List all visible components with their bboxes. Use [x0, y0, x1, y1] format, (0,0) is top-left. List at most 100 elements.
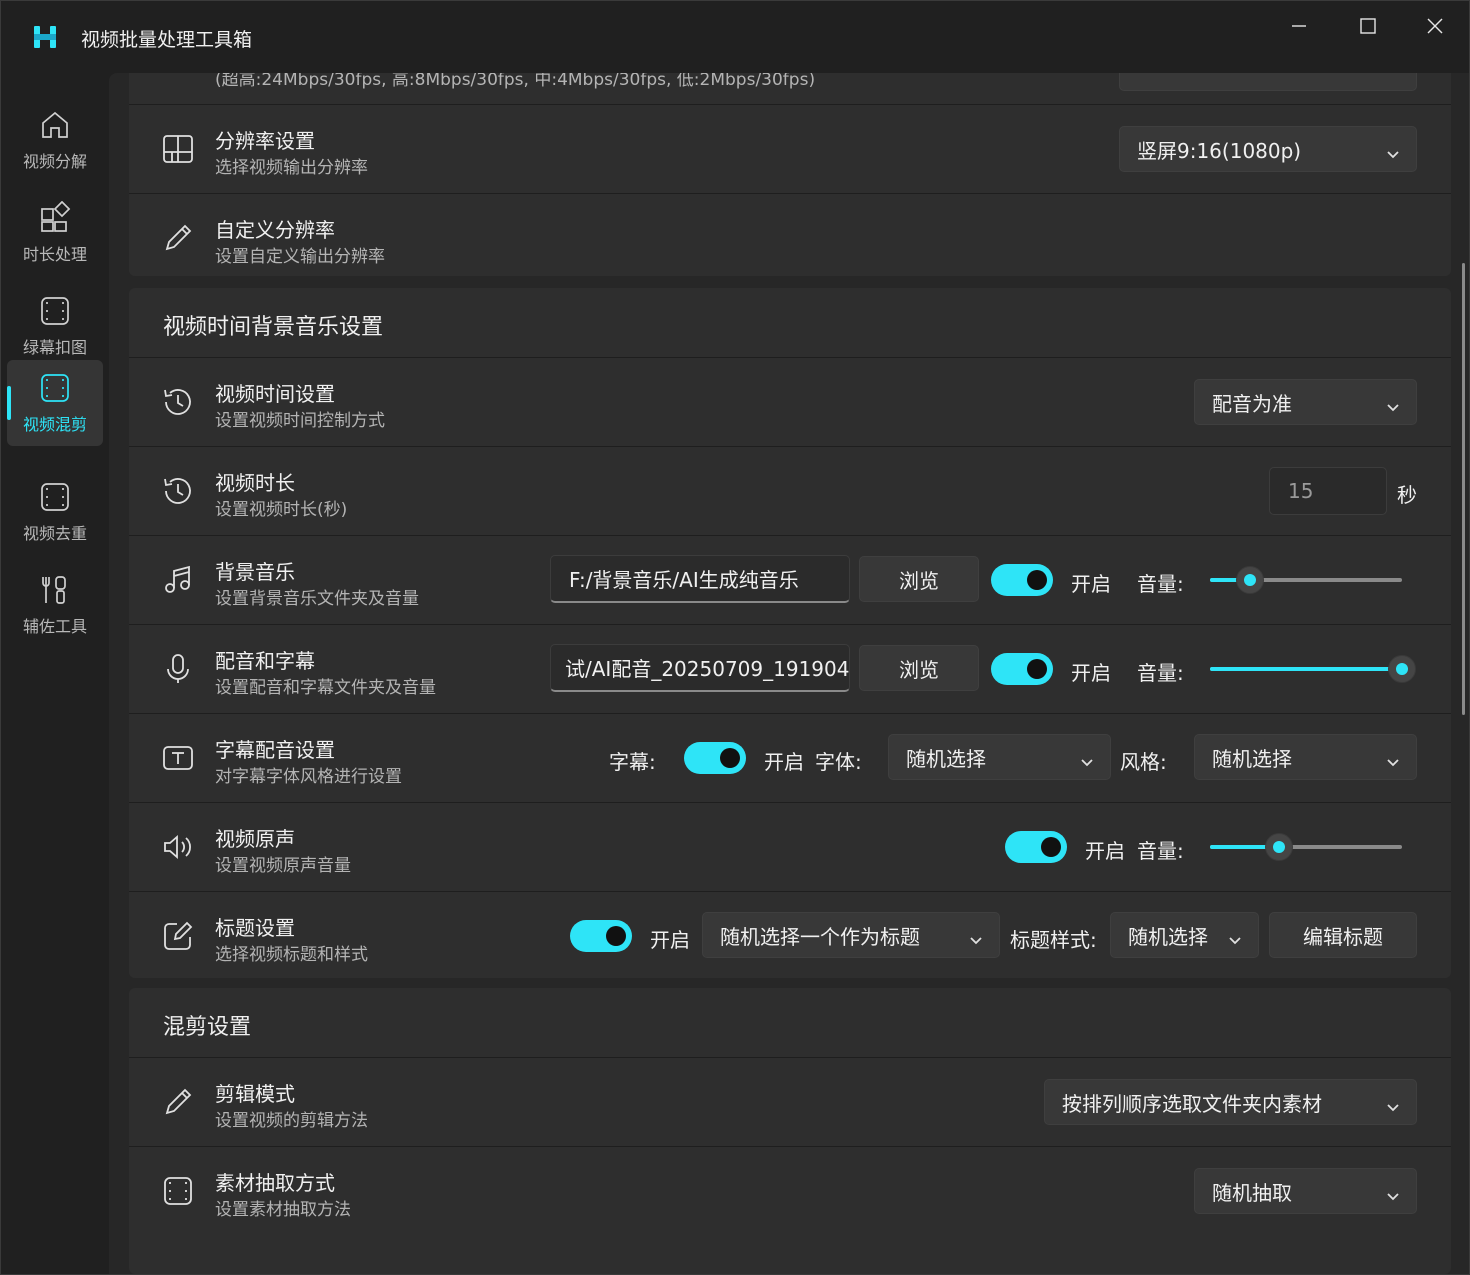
- subtitle-desc: 对字幕字体风格进行设置: [215, 767, 402, 787]
- original-audio-toggle[interactable]: [1005, 831, 1067, 863]
- resolution-value: 竖屏9:16(1080p): [1137, 138, 1302, 163]
- dubbing-volume-slider[interactable]: [1210, 655, 1416, 683]
- video-duration-row: 视频时长 设置视频时长(秒) 15 秒: [129, 446, 1451, 535]
- microphone-icon: [161, 652, 195, 686]
- bgm-toggle[interactable]: [991, 564, 1053, 596]
- title-style-label: 标题样式:: [1010, 928, 1097, 952]
- duration-unit-label: 秒: [1397, 483, 1417, 507]
- subtitle-toggle[interactable]: [684, 742, 746, 774]
- font-label: 字体:: [815, 750, 862, 774]
- maximize-button[interactable]: [1343, 11, 1393, 41]
- custom-resolution-row[interactable]: 自定义分辨率 设置自定义输出分辨率: [129, 193, 1451, 276]
- bgm-browse-button[interactable]: 浏览: [859, 556, 979, 602]
- sidebar-item-label: 绿幕扣图: [22, 338, 87, 357]
- original-audio-row: 视频原声 设置视频原声音量 开启 音量:: [129, 802, 1451, 891]
- edit-square-icon: [161, 919, 195, 953]
- music-note-icon: [161, 563, 195, 597]
- bgm-title: 背景音乐: [215, 560, 295, 584]
- app-title: 视频批量处理工具箱: [81, 29, 253, 51]
- sidebar-item-green-screen[interactable]: 绿幕扣图: [7, 283, 103, 369]
- extract-desc: 设置素材抽取方法: [215, 1200, 351, 1220]
- original-audio-desc: 设置视频原声音量: [215, 856, 351, 876]
- pencil-icon: [161, 1085, 195, 1119]
- slider-thumb[interactable]: [1388, 655, 1416, 683]
- chevron-down-icon: [969, 928, 983, 945]
- dubbing-title: 配音和字幕: [215, 649, 315, 673]
- main-content[interactable]: (超高:24Mbps/30fps, 高:8Mbps/30fps, 中:4Mbps…: [109, 73, 1469, 1274]
- maximize-icon: [1360, 18, 1376, 34]
- bitrate-select[interactable]: [1119, 73, 1417, 91]
- chevron-down-icon: [1386, 142, 1400, 159]
- video-time-title: 视频时间设置: [215, 382, 335, 406]
- edit-mode-title: 剪辑模式: [215, 1082, 295, 1106]
- chevron-down-icon: [1228, 928, 1242, 945]
- app-window: 视频批量处理工具箱 视频分解 时长处理 绿幕扣图 视频混剪 视频去重 辅佐工具 …: [0, 0, 1470, 1275]
- bitrate-desc: (超高:24Mbps/30fps, 高:8Mbps/30fps, 中:4Mbps…: [215, 73, 816, 90]
- sidebar-item-video-split[interactable]: 视频分解: [7, 97, 103, 183]
- sidebar-item-dedup[interactable]: 视频去重: [7, 469, 103, 555]
- title-bar: 视频批量处理工具箱: [1, 1, 1469, 73]
- title-mode-select[interactable]: 随机选择一个作为标题: [702, 912, 1000, 958]
- sidebar-item-label: 视频分解: [22, 152, 87, 171]
- app-logo-icon: [31, 21, 59, 53]
- dubbing-path-input[interactable]: 试/AI配音_20250709_191904: [550, 644, 850, 692]
- slider-thumb[interactable]: [1236, 566, 1264, 594]
- sidebar-item-label: 视频去重: [22, 524, 87, 543]
- resolution-row: 分辨率设置 选择视频输出分辨率 竖屏9:16(1080p): [129, 104, 1451, 193]
- video-time-select[interactable]: 配音为准: [1194, 379, 1417, 425]
- title-setting-desc: 选择视频标题和样式: [215, 945, 368, 965]
- film-frame-icon: [41, 483, 69, 511]
- chevron-down-icon: [1386, 1095, 1400, 1112]
- custom-resolution-title: 自定义分辨率: [215, 218, 335, 242]
- history-icon: [161, 385, 195, 419]
- font-select[interactable]: 随机选择: [888, 734, 1111, 780]
- title-style-select[interactable]: 随机选择: [1110, 912, 1259, 958]
- home-icon: [42, 111, 68, 138]
- font-value: 随机选择: [906, 746, 986, 771]
- bgm-path-input[interactable]: F:/背景音乐/AI生成纯音乐: [550, 555, 850, 603]
- video-duration-input[interactable]: 15: [1269, 467, 1387, 515]
- edit-title-button[interactable]: 编辑标题: [1269, 912, 1417, 958]
- bgm-row: 背景音乐 设置背景音乐文件夹及音量 F:/背景音乐/AI生成纯音乐 浏览 开启 …: [129, 535, 1451, 624]
- sidebar-item-tools[interactable]: 辅佐工具: [7, 562, 103, 648]
- sidebar-item-video-mix[interactable]: 视频混剪: [7, 360, 103, 446]
- slider-thumb[interactable]: [1265, 833, 1293, 861]
- title-toggle[interactable]: [570, 920, 632, 952]
- title-toggle-label: 开启: [650, 928, 690, 952]
- dubbing-toggle-label: 开启: [1071, 661, 1111, 685]
- original-audio-toggle-label: 开启: [1085, 839, 1125, 863]
- chevron-down-icon: [1386, 395, 1400, 412]
- original-audio-volume-label: 音量:: [1137, 839, 1184, 863]
- bgm-volume-slider[interactable]: [1210, 566, 1402, 594]
- sidebar-item-label: 视频混剪: [22, 415, 87, 434]
- tools-icon: [42, 576, 66, 604]
- dubbing-browse-button[interactable]: 浏览: [859, 645, 979, 691]
- vertical-scrollbar[interactable]: [1462, 263, 1465, 715]
- video-duration-title: 视频时长: [215, 471, 295, 495]
- chevron-down-icon: [1386, 1184, 1400, 1201]
- style-select[interactable]: 随机选择: [1194, 734, 1417, 780]
- resolution-select[interactable]: 竖屏9:16(1080p): [1119, 126, 1417, 172]
- dubbing-row: 配音和字幕 设置配音和字幕文件夹及音量 试/AI配音_20250709_1919…: [129, 624, 1451, 713]
- original-audio-volume-slider[interactable]: [1210, 833, 1402, 861]
- mix-settings-card: 混剪设置 剪辑模式 设置视频的剪辑方法 按排列顺序选取文件夹内素材 素材抽取方式…: [129, 988, 1451, 1274]
- extract-title: 素材抽取方式: [215, 1171, 335, 1195]
- film-frame-icon: [161, 1174, 195, 1208]
- text-box-icon: [161, 741, 195, 775]
- dubbing-toggle[interactable]: [991, 653, 1053, 685]
- sidebar-item-label: 时长处理: [22, 245, 87, 264]
- resolution-title: 分辨率设置: [215, 129, 315, 153]
- edit-mode-row: 剪辑模式 设置视频的剪辑方法 按排列顺序选取文件夹内素材: [129, 1057, 1451, 1146]
- edit-mode-select[interactable]: 按排列顺序选取文件夹内素材: [1044, 1079, 1417, 1125]
- close-button[interactable]: [1410, 11, 1460, 41]
- subtitle-label: 字幕:: [609, 750, 656, 774]
- sidebar-item-duration[interactable]: 时长处理: [7, 190, 103, 276]
- subtitle-title: 字幕配音设置: [215, 738, 335, 762]
- extract-select[interactable]: 随机抽取: [1194, 1168, 1417, 1214]
- chevron-down-icon: [1386, 750, 1400, 767]
- apps-add-icon: [41, 201, 71, 232]
- minimize-icon: [1292, 25, 1306, 27]
- music-settings-card: 视频时间背景音乐设置 视频时间设置 设置视频时间控制方式 配音为准 视频时长 设…: [129, 288, 1451, 978]
- minimize-button[interactable]: [1274, 11, 1324, 41]
- edit-mode-desc: 设置视频的剪辑方法: [215, 1111, 368, 1131]
